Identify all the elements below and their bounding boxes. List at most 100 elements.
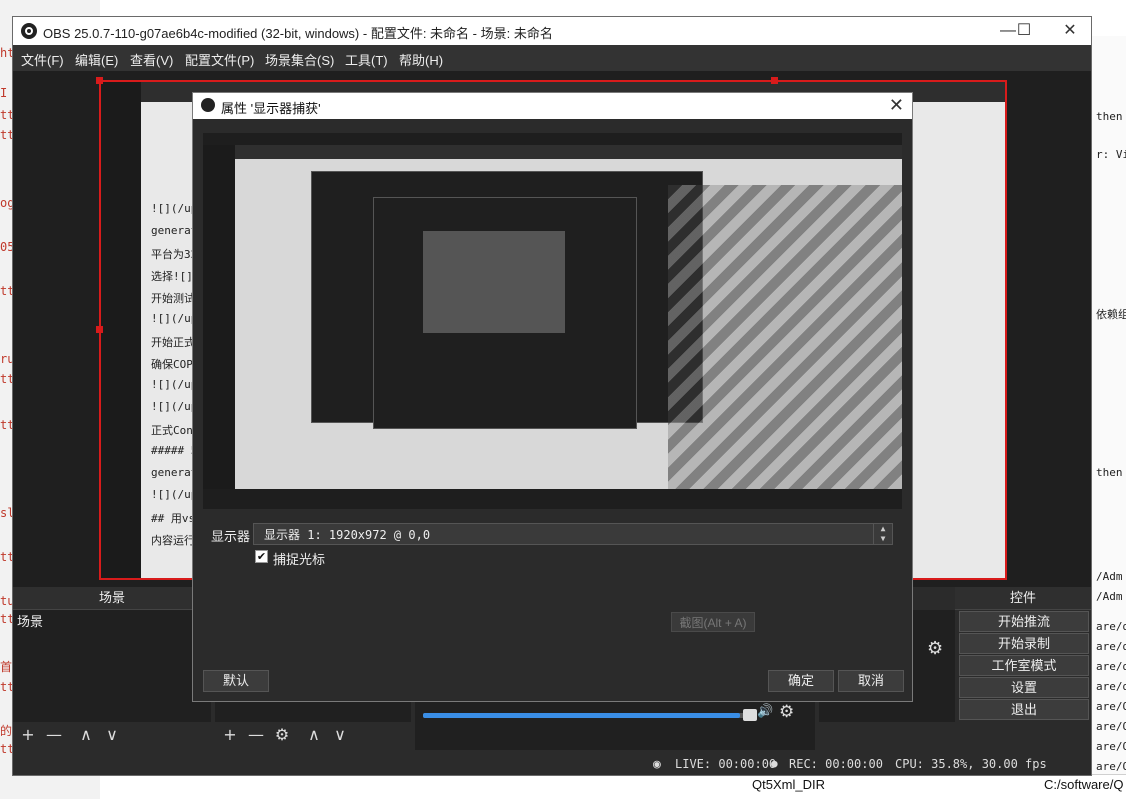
background-code-line: 首 [0, 660, 13, 674]
source-settings-icon[interactable]: ⚙ [271, 725, 293, 745]
select-arrows-icon[interactable]: ▲ ▼ [873, 524, 892, 544]
display-label: 显示器 [211, 529, 251, 544]
captured-text-line: ![](/up [151, 202, 198, 215]
window-title: OBS 25.0.7-110-g07ae6b4c-modified (32-bi… [43, 26, 553, 41]
status-bar: ◉ LIVE: 00:00:00 ● REC: 00:00:00 CPU: 35… [13, 753, 1091, 775]
background-code-line: I [0, 86, 8, 100]
captured-taskbar [101, 82, 141, 578]
start-recording-button[interactable]: 开始录制 [959, 633, 1089, 654]
live-icon: ◉ [653, 757, 661, 772]
background-code-line: r: Vis [1096, 148, 1126, 161]
row-name: Qt5Xml_DIR [752, 777, 825, 792]
defaults-button[interactable]: 默认 [203, 670, 269, 692]
close-button[interactable]: ✕ [1055, 21, 1085, 41]
live-status: LIVE: 00:00:00 [675, 757, 777, 771]
transition-settings-icon[interactable]: ⚙ [927, 638, 943, 659]
captured-text-line: 开始测试 [151, 292, 195, 305]
captured-text-line: 开始正式 [151, 336, 195, 349]
menu-scene-collection[interactable]: 场景集合(S) [265, 50, 334, 69]
background-code-line: /Adm [1096, 590, 1123, 603]
background-code-line: are/de [1096, 620, 1126, 633]
scenes-toolbar: + — ∧ ∨ [13, 722, 211, 748]
display-select-value: 显示器 1: 1920x972 @ 0,0 [264, 528, 431, 542]
menu-help[interactable]: 帮助(H) [399, 50, 443, 69]
background-code-line: 依赖组 [1096, 308, 1126, 321]
display-select[interactable]: 显示器 1: 1920x972 @ 0,0 ▲ ▼ [253, 523, 893, 545]
properties-dialog: 属性 '显示器捕获' ✕ 显示器 显示器 1: 1920x972 @ 0,0 ▲… [192, 92, 913, 702]
remove-scene-icon[interactable]: — [43, 725, 65, 745]
scenes-list[interactable]: 场景 [13, 610, 211, 722]
move-up-icon[interactable]: ∧ [75, 725, 97, 745]
cpu-status: CPU: 35.8%, 30.00 fps [895, 757, 1047, 771]
background-code-line: then [1096, 110, 1123, 123]
captured-text-line: 平台为32 [151, 248, 198, 261]
volume-handle[interactable] [743, 709, 757, 721]
speaker-icon[interactable]: 🔊 [757, 704, 773, 719]
preview-taskbar [203, 145, 235, 489]
menu-profile[interactable]: 配置文件(P) [185, 50, 254, 69]
background-code-line: are/Q [1096, 760, 1126, 773]
preview-recursion-stripes [668, 185, 902, 489]
resize-handle[interactable] [96, 77, 103, 84]
row-value: C:/software/Q [1044, 777, 1124, 792]
menu-file[interactable]: 文件(F) [21, 50, 64, 69]
dialog-title: 属性 '显示器捕获' [221, 101, 321, 116]
obs-logo-icon [21, 23, 37, 39]
cancel-button[interactable]: 取消 [838, 670, 904, 692]
move-down-icon[interactable]: ∨ [101, 725, 123, 745]
background-code-line: are/de [1096, 640, 1126, 653]
volume-slider[interactable] [423, 709, 757, 721]
capture-cursor-label[interactable]: 捕捉光标 [273, 549, 325, 568]
background-code-line: /Adm [1096, 570, 1123, 583]
menu-tools[interactable]: 工具(T) [345, 50, 388, 69]
captured-text-line: generat [151, 466, 198, 479]
dialog-close-icon[interactable]: ✕ [889, 95, 904, 116]
dialog-preview-capture [203, 145, 902, 489]
ok-button[interactable]: 确定 [768, 670, 834, 692]
add-scene-icon[interactable]: + [17, 725, 39, 745]
background-table-row: Qt5Xml_DIR C:/software/Q [736, 774, 1126, 799]
source-up-icon[interactable]: ∧ [303, 725, 325, 745]
studio-mode-button[interactable]: 工作室模式 [959, 655, 1089, 676]
settings-button[interactable]: 设置 [959, 677, 1089, 698]
add-source-icon[interactable]: + [219, 725, 241, 745]
background-editor-right: then r: Vis 依赖组 then/Adm/Adm are/de are/de are… [1092, 36, 1126, 799]
captured-text-line: ![](/up [151, 312, 198, 325]
scene-item[interactable]: 场景 [17, 611, 207, 629]
sources-toolbar: + — ⚙ ∧ ∨ [215, 722, 411, 748]
captured-text-line: ![](/up [151, 400, 198, 413]
rec-icon: ● [771, 757, 778, 770]
background-code-line: are/Q [1096, 740, 1126, 753]
start-streaming-button[interactable]: 开始推流 [959, 611, 1089, 632]
background-code-line: are/Q [1096, 720, 1126, 733]
obs-logo-icon [201, 98, 215, 112]
capture-cursor-checkbox[interactable]: ✔ [255, 550, 268, 563]
resize-handle[interactable] [96, 326, 103, 333]
menu-edit[interactable]: 编辑(E) [75, 50, 118, 69]
captured-text-line: ##### 5 [151, 444, 198, 457]
menu-view[interactable]: 查看(V) [130, 50, 173, 69]
obs-titlebar[interactable]: OBS 25.0.7-110-g07ae6b4c-modified (32-bi… [13, 17, 1091, 45]
controls-dock-header: 控件 [955, 587, 1091, 610]
source-down-icon[interactable]: ∨ [329, 725, 351, 745]
screenshot-button[interactable]: 截图(Alt + A) [671, 612, 755, 632]
background-code-line: are/de [1096, 660, 1126, 673]
preview-tabbar [235, 145, 902, 159]
background-code-line: then [1096, 466, 1123, 479]
captured-text-line: ![](/up [151, 488, 198, 501]
resize-handle[interactable] [771, 77, 778, 84]
mixer-settings-icon[interactable]: ⚙ [779, 702, 794, 722]
dialog-titlebar[interactable]: 属性 '显示器捕获' ✕ [193, 93, 912, 119]
rec-status: REC: 00:00:00 [789, 757, 883, 771]
background-code-line: are/Q [1096, 700, 1126, 713]
dialog-preview [203, 133, 902, 509]
maximize-button[interactable]: ☐ [1009, 21, 1039, 41]
captured-text-line: ![](/up [151, 378, 198, 391]
scenes-dock-header: 场景 [13, 587, 211, 610]
exit-button[interactable]: 退出 [959, 699, 1089, 720]
captured-text-line: 内容运行 [151, 534, 195, 547]
background-code-line: are/de [1096, 680, 1126, 693]
menu-bar: 文件(F) 编辑(E) 查看(V) 配置文件(P) 场景集合(S) 工具(T) … [13, 45, 1091, 71]
remove-source-icon[interactable]: — [245, 725, 267, 745]
nested-preview [423, 231, 565, 333]
